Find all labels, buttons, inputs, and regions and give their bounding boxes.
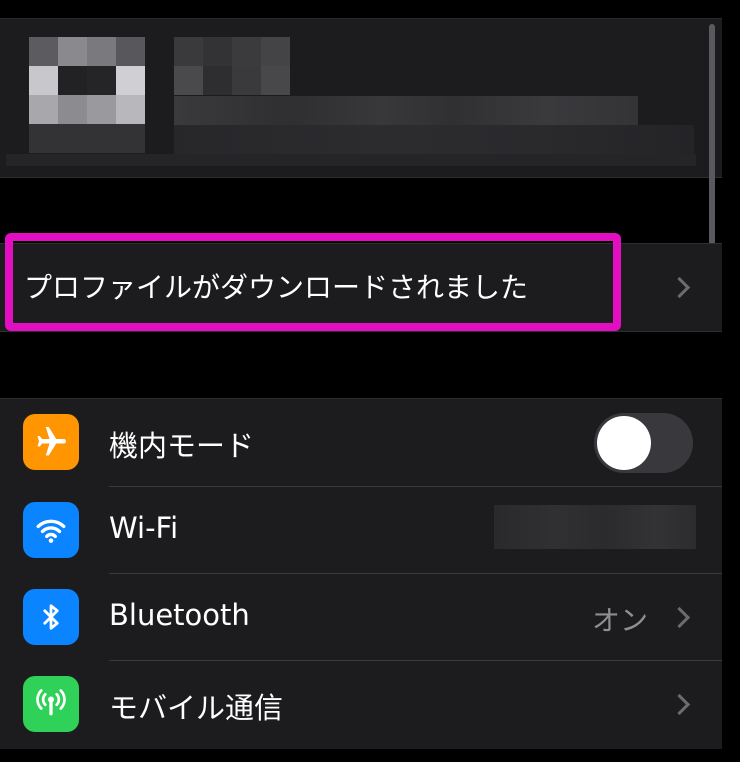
settings-group: 機内モード Wi-Fi Bluetooth オン モバイル通信 (0, 398, 722, 749)
airplane-mode-row: 機内モード (0, 399, 722, 486)
wifi-label: Wi-Fi (109, 511, 179, 545)
account-subtitle-redacted (174, 96, 638, 125)
chevron-right-icon (668, 693, 691, 716)
avatar (29, 37, 145, 153)
account-strip-redacted (6, 154, 696, 166)
airplane-icon (23, 414, 79, 470)
airplane-mode-label: 機内モード (109, 429, 255, 463)
bluetooth-row[interactable]: Bluetooth オン (0, 574, 722, 661)
bluetooth-icon (23, 589, 79, 645)
wifi-row[interactable]: Wi-Fi (0, 487, 722, 574)
mobile-data-row[interactable]: モバイル通信 (0, 661, 722, 748)
bluetooth-label: Bluetooth (109, 598, 250, 632)
account-card[interactable] (0, 18, 722, 178)
toggle-knob (597, 416, 651, 470)
bluetooth-value: オン (592, 604, 649, 637)
account-name-redacted (174, 37, 294, 95)
chevron-right-icon (668, 276, 691, 299)
airplane-mode-toggle[interactable] (594, 413, 693, 473)
mobile-data-label: モバイル通信 (109, 691, 284, 725)
wifi-network-redacted (494, 505, 696, 549)
account-detail-redacted (174, 125, 694, 154)
scrollbar[interactable] (709, 24, 715, 280)
antenna-icon (23, 676, 79, 732)
wifi-icon (23, 502, 79, 558)
highlight-box (5, 233, 621, 331)
chevron-right-icon (668, 606, 691, 629)
